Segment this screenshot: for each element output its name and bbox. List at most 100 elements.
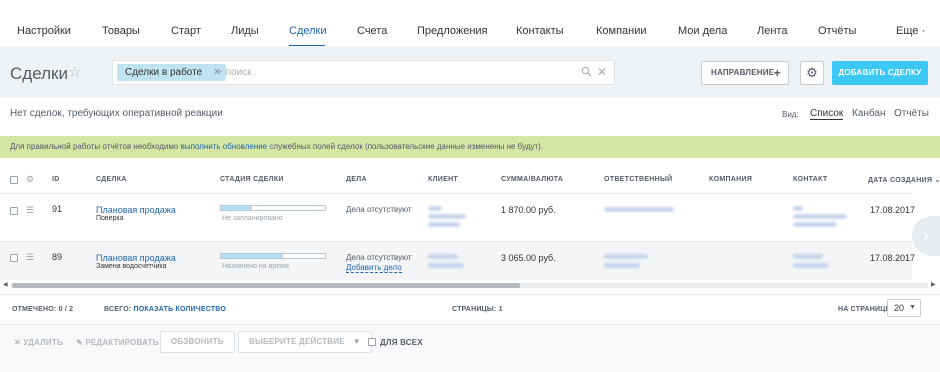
gear-icon[interactable]: ⚙	[800, 61, 824, 85]
chevron-down-icon: ▼	[352, 337, 361, 346]
view-reports[interactable]: Отчёты	[894, 108, 929, 119]
deal-id: 91	[52, 204, 63, 214]
filter-chip[interactable]: Сделки в работе ×	[117, 64, 227, 81]
column-amount[interactable]: СУММА/ВАЛЮТА	[501, 176, 563, 183]
nav-item-leads[interactable]: Лиды	[231, 25, 259, 37]
per-page-value: 20	[894, 303, 905, 313]
menu-icon[interactable]: ☰	[26, 205, 34, 216]
client-blurred[interactable]	[428, 254, 458, 259]
scroll-left-icon[interactable]: ◀	[3, 281, 8, 288]
activities-status: Дела отсутствуют	[346, 205, 412, 214]
row-checkbox[interactable]	[10, 207, 18, 215]
star-icon[interactable]: ☆	[68, 63, 81, 81]
deal-amount: 1 870.00 руб.	[501, 205, 556, 215]
stage-progress-fill	[221, 254, 284, 258]
deal-title-link[interactable]: Плановая продажа	[96, 205, 176, 215]
scroll-thumb[interactable]	[12, 283, 520, 288]
column-date-created[interactable]: ДАТА СОЗДАНИЯ ⌄	[868, 176, 940, 184]
choose-action-label: ВЫБЕРИТЕ ДЕЙСТВИЕ	[249, 337, 345, 346]
responsible-blurred[interactable]	[604, 254, 648, 259]
marked-count: ОТМЕЧЕНО: 0 / 2	[12, 306, 73, 313]
activities-status: Дела отсутствуют	[346, 253, 412, 262]
add-deal-button[interactable]: ДОБАВИТЬ СДЕЛКУ	[832, 61, 928, 85]
notice-after: служебных полей сделок (пользовательские…	[267, 142, 544, 151]
show-count-link[interactable]: ПОКАЗАТЬ КОЛИЧЕСТВО	[134, 306, 227, 313]
edit-label: РЕДАКТИРОВАТЬ	[85, 338, 159, 347]
scroll-right-icon[interactable]: ▶	[931, 281, 936, 288]
date-created: 17.08.2017	[870, 253, 916, 263]
total-count: ВСЕГО: ПОКАЗАТЬ КОЛИЧЕСТВО	[104, 306, 226, 313]
column-contact[interactable]: КОНТАКТ	[793, 176, 828, 183]
column-stage[interactable]: СТАДИЯ СДЕЛКИ	[220, 176, 284, 183]
column-id[interactable]: ID	[52, 176, 60, 183]
stage-progress-bar[interactable]	[220, 253, 326, 259]
nav-item-contacts[interactable]: Контакты	[516, 25, 564, 37]
per-page-select[interactable]: 20 ▼	[887, 299, 921, 317]
stage-progress-bar[interactable]	[220, 205, 326, 211]
nav-item-more[interactable]: Еще ·	[896, 25, 925, 37]
pages-label: СТРАНИЦЫ:	[452, 306, 497, 313]
marked-value: 0 / 2	[58, 306, 74, 313]
nav-item-settings[interactable]: Настройки	[17, 25, 71, 37]
search-filter-box[interactable]: Сделки в работе × + поиск ✕	[112, 60, 615, 85]
pencil-icon: ✎	[76, 338, 83, 347]
contact-blurred[interactable]	[793, 206, 803, 211]
view-kanban[interactable]: Канбан	[852, 108, 886, 119]
select-all-checkbox[interactable]	[10, 176, 18, 184]
nav-item-reports[interactable]: Отчёты	[818, 25, 856, 37]
nav-item-start[interactable]: Старт	[171, 25, 201, 37]
contact-blurred	[793, 214, 847, 219]
for-all-label: ДЛЯ ВСЕХ	[380, 338, 423, 347]
notice-before: Для правильной работы отчётов необходимо	[10, 142, 181, 151]
gear-icon[interactable]: ⚙	[26, 174, 34, 185]
nav-item-companies[interactable]: Компании	[596, 25, 647, 37]
column-client[interactable]: КЛИЕНТ	[428, 176, 458, 183]
client-blurred	[428, 214, 466, 219]
filter-chip-label: Сделки в работе	[125, 67, 203, 78]
for-all-checkbox[interactable]	[368, 338, 376, 346]
column-responsible[interactable]: ОТВЕТСТВЕННЫЙ	[604, 176, 673, 183]
nav-item-products[interactable]: Товары	[102, 25, 140, 37]
stage-progress-fill	[221, 206, 253, 210]
nav-item-invoices[interactable]: Счета	[357, 25, 387, 37]
nav-item-feed[interactable]: Лента	[757, 25, 787, 37]
column-company[interactable]: КОМПАНИЯ	[709, 176, 752, 183]
deal-id: 89	[52, 252, 63, 262]
delete-label: УДАЛИТЬ	[23, 338, 63, 347]
run-update-link[interactable]: выполнить обновление	[181, 142, 268, 151]
client-blurred	[428, 222, 460, 227]
contact-blurred	[793, 222, 837, 227]
action-panel	[0, 324, 940, 372]
stage-status: Назначено на время	[222, 263, 289, 270]
view-list[interactable]: Список	[810, 108, 844, 120]
nav-item-quotes[interactable]: Предложения	[417, 25, 488, 37]
chevron-right-icon[interactable]: ›	[912, 216, 940, 256]
stage-status: Не запланировано	[222, 215, 283, 222]
client-blurred	[428, 263, 464, 268]
nav-item-my-tasks[interactable]: Мои дела	[678, 25, 727, 37]
menu-icon[interactable]: ☰	[26, 252, 34, 263]
column-activities[interactable]: ДЕЛА	[346, 176, 367, 183]
client-blurred[interactable]	[428, 206, 442, 211]
edit-button[interactable]: ✎ РЕДАКТИРОВАТЬ	[76, 338, 159, 347]
deal-title-link[interactable]: Плановая продажа	[96, 253, 176, 263]
delete-button[interactable]: ✕ УДАЛИТЬ	[14, 338, 63, 347]
search-icon[interactable]	[581, 66, 592, 80]
pages-value[interactable]: 1	[499, 306, 503, 313]
call-button[interactable]: ОБЗВОНИТЬ	[160, 331, 235, 353]
page-title: Сделки	[10, 64, 68, 83]
responsible-blurred	[604, 263, 640, 268]
add-activity-link[interactable]: Добавить дело	[346, 263, 402, 273]
clear-search-icon[interactable]: ✕	[597, 65, 607, 79]
responsible-blurred[interactable]	[604, 207, 674, 212]
chevron-down-icon: ▼	[909, 304, 916, 311]
search-placeholder[interactable]: + поиск	[217, 67, 252, 78]
deal-subtitle: Замена водосчетчика	[96, 263, 167, 270]
contact-blurred[interactable]	[793, 254, 823, 259]
direction-button[interactable]: НАПРАВЛЕНИЕ +	[701, 61, 789, 85]
column-deal[interactable]: СДЕЛКА	[96, 176, 127, 183]
marked-label: ОТМЕЧЕНО:	[12, 306, 57, 313]
row-checkbox[interactable]	[10, 254, 18, 262]
choose-action-select[interactable]: ВЫБЕРИТЕ ДЕЙСТВИЕ ▼	[238, 331, 372, 353]
nav-item-deals[interactable]: Сделки	[289, 25, 327, 37]
